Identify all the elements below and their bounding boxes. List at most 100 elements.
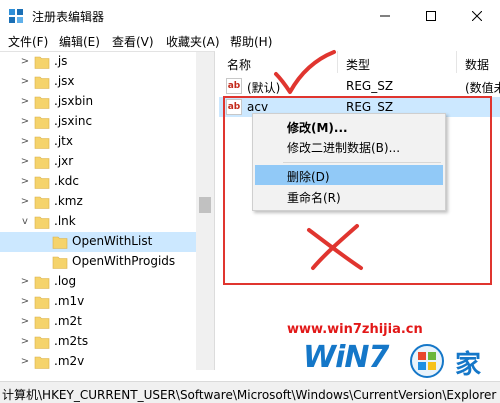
tree-item[interactable]: > .jxr bbox=[0, 152, 196, 172]
value-data: (数值未 bbox=[465, 81, 500, 95]
tree-item-label: .lnk bbox=[54, 214, 76, 228]
tree-item[interactable]: > .m2ts bbox=[0, 332, 196, 352]
column-header-name[interactable]: 名称 bbox=[227, 51, 251, 73]
chevron-right-icon[interactable]: > bbox=[20, 356, 30, 368]
tree-item[interactable]: > .kmz bbox=[0, 192, 196, 212]
tree-item-label: .log bbox=[54, 274, 77, 288]
menu-item-modify[interactable]: 修改(M)... bbox=[255, 116, 443, 136]
logo-text: WiN7 bbox=[303, 340, 389, 375]
close-button[interactable] bbox=[454, 0, 500, 31]
tree-item[interactable]: > .m1v bbox=[0, 292, 196, 312]
folder-icon bbox=[34, 76, 50, 89]
tree-item[interactable]: v .lnk bbox=[0, 212, 196, 232]
chevron-right-icon[interactable]: > bbox=[20, 96, 30, 108]
folder-icon bbox=[34, 116, 50, 129]
menu-item-delete[interactable]: 删除(D) bbox=[255, 165, 443, 185]
tree-item-label: .m2v bbox=[54, 354, 85, 368]
tree-item-label: OpenWithProgids bbox=[72, 254, 176, 268]
minimize-icon bbox=[380, 15, 390, 16]
chevron-right-icon[interactable]: > bbox=[20, 196, 30, 208]
chevron-right-icon[interactable]: > bbox=[20, 116, 30, 128]
folder-icon bbox=[52, 256, 68, 269]
chevron-right-icon[interactable]: > bbox=[20, 296, 30, 308]
tree-item-label: .m2t bbox=[54, 314, 82, 328]
folder-icon bbox=[34, 96, 50, 109]
folder-icon bbox=[34, 336, 50, 349]
maximize-icon bbox=[426, 10, 436, 21]
tree-item-label: .kmz bbox=[54, 194, 83, 208]
tree-item-label: .js bbox=[54, 54, 68, 68]
context-menu: 修改(M)... 修改二进制数据(B)... 删除(D) 重命名(R) bbox=[252, 113, 446, 211]
column-divider[interactable] bbox=[456, 51, 457, 73]
tree-item-label: .jtx bbox=[54, 134, 73, 148]
list-item[interactable]: ab (默认) REG_SZ (数值未 bbox=[219, 76, 500, 96]
tree-item-label: .jsxinc bbox=[54, 114, 93, 128]
tree-item[interactable]: > .m2t bbox=[0, 312, 196, 332]
tree-item[interactable]: > .jsx bbox=[0, 72, 196, 92]
folder-icon bbox=[34, 296, 50, 309]
tree-item-label: .jsxbin bbox=[54, 94, 94, 108]
folder-icon bbox=[34, 316, 50, 329]
folder-icon bbox=[34, 176, 50, 189]
watermark-logo: WiN7 家 bbox=[303, 340, 495, 382]
tree-item[interactable]: > .kdc bbox=[0, 172, 196, 192]
menu-bar: 文件(F) 编辑(E) 查看(V) 收藏夹(A) 帮助(H) bbox=[0, 31, 500, 51]
tree-item[interactable]: > .jsxbin bbox=[0, 92, 196, 112]
column-header-data[interactable]: 数据 bbox=[465, 51, 489, 73]
x-mark-annotation bbox=[307, 224, 363, 270]
chevron-right-icon[interactable]: > bbox=[20, 76, 30, 88]
tree-item-label: .kdc bbox=[54, 174, 79, 188]
folder-icon bbox=[34, 56, 50, 69]
menu-item-modify-binary[interactable]: 修改二进制数据(B)... bbox=[255, 136, 443, 156]
logo-suffix: 家 bbox=[455, 350, 482, 380]
chevron-right-icon[interactable]: > bbox=[20, 136, 30, 148]
registry-editor-icon bbox=[9, 9, 23, 23]
chevron-right-icon[interactable]: > bbox=[20, 316, 30, 328]
windows-logo-icon bbox=[410, 344, 444, 378]
menu-favorites[interactable]: 收藏夹(A) bbox=[166, 33, 220, 50]
value-type: REG_SZ bbox=[346, 79, 394, 93]
folder-icon bbox=[34, 276, 50, 289]
scrollbar-thumb[interactable] bbox=[199, 197, 211, 213]
check-mark-annotation bbox=[274, 50, 336, 94]
folder-icon bbox=[34, 156, 50, 169]
tree-item-label: .m1v bbox=[54, 294, 85, 308]
tree-scrollbar[interactable] bbox=[196, 52, 214, 370]
minimize-button[interactable] bbox=[362, 0, 408, 31]
chevron-right-icon[interactable]: > bbox=[20, 276, 30, 288]
folder-icon bbox=[34, 196, 50, 209]
column-header-type[interactable]: 类型 bbox=[346, 51, 370, 73]
tree-item-selected[interactable]: OpenWithList bbox=[0, 232, 196, 252]
string-value-icon: ab bbox=[226, 78, 242, 94]
tree-item[interactable]: > .js bbox=[0, 52, 196, 72]
menu-file[interactable]: 文件(F) bbox=[8, 33, 48, 50]
chevron-right-icon[interactable]: > bbox=[20, 56, 30, 68]
folder-open-icon bbox=[34, 216, 50, 229]
tree-item[interactable]: > .m2v bbox=[0, 352, 196, 370]
registry-path: 计算机\HKEY_CURRENT_USER\Software\Microsoft… bbox=[2, 388, 497, 402]
menu-item-rename[interactable]: 重命名(R) bbox=[255, 186, 443, 206]
tree-item[interactable]: > .jtx bbox=[0, 132, 196, 152]
folder-icon bbox=[52, 236, 68, 249]
tree-item-label: .jsx bbox=[54, 74, 75, 88]
chevron-down-icon[interactable]: v bbox=[20, 216, 30, 228]
title-bar: 注册表编辑器 bbox=[0, 0, 500, 31]
chevron-right-icon[interactable]: > bbox=[20, 176, 30, 188]
chevron-right-icon[interactable]: > bbox=[20, 336, 30, 348]
window-title: 注册表编辑器 bbox=[32, 10, 105, 24]
tree-item[interactable]: > .log bbox=[0, 272, 196, 292]
folder-icon bbox=[34, 356, 50, 369]
tree-item[interactable]: > .jsxinc bbox=[0, 112, 196, 132]
close-icon bbox=[472, 10, 482, 21]
tree-item[interactable]: OpenWithProgids bbox=[0, 252, 196, 272]
folder-icon bbox=[34, 136, 50, 149]
chevron-right-icon[interactable]: > bbox=[20, 156, 30, 168]
watermark-url: www.win7zhijia.cn bbox=[287, 322, 423, 337]
menu-edit[interactable]: 编辑(E) bbox=[59, 33, 100, 50]
tree-item-label: OpenWithList bbox=[72, 234, 153, 248]
menu-view[interactable]: 查看(V) bbox=[112, 33, 154, 50]
status-bar: 计算机\HKEY_CURRENT_USER\Software\Microsoft… bbox=[0, 381, 500, 403]
registry-tree[interactable]: > .js > .jsx > .jsxbin > .jsxinc > .jtx … bbox=[0, 51, 215, 370]
menu-help[interactable]: 帮助(H) bbox=[230, 33, 272, 50]
maximize-button[interactable] bbox=[408, 0, 454, 31]
